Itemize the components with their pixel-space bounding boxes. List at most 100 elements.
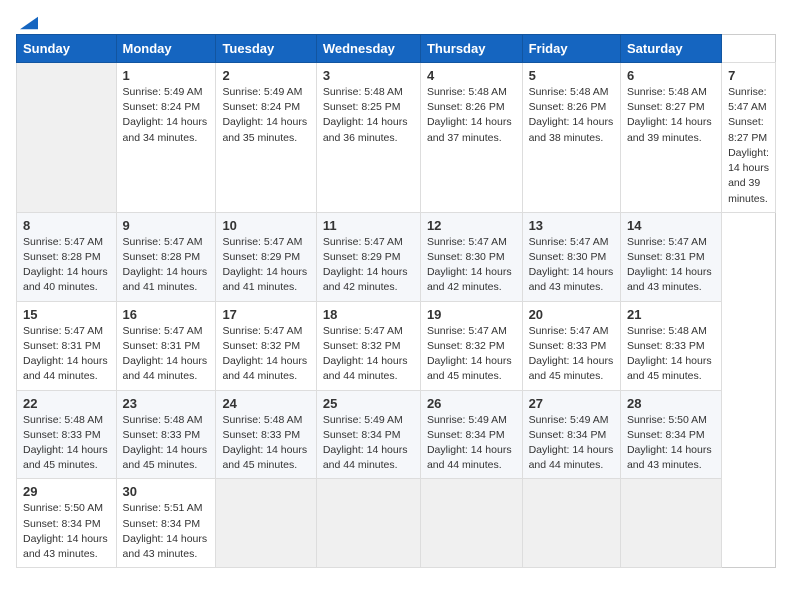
- page-header: [16, 16, 776, 26]
- daylight: Daylight: 14 hours and 45 minutes.: [427, 355, 512, 382]
- calendar-week-row: 15 Sunrise: 5:47 AM Sunset: 8:31 PM Dayligh…: [17, 301, 776, 390]
- sunrise: Sunrise: 5:48 AM: [427, 86, 507, 98]
- cell-info: Sunrise: 5:49 AM Sunset: 8:24 PM Daylight:…: [123, 85, 210, 146]
- calendar-cell: 18Sunrise: 5:47 AMSunset: 8:32 PMDayligh…: [316, 301, 420, 390]
- day-number: 23: [123, 396, 210, 411]
- calendar-body: 1Sunrise: 5:49 AMSunset: 8:24 PMDaylight…: [17, 63, 776, 568]
- calendar-cell: 6Sunrise: 5:48 AMSunset: 8:27 PMDaylight…: [620, 63, 721, 213]
- sunset: Sunset: 8:34 PM: [23, 518, 101, 530]
- cell-info: Sunrise: 5:47 AMSunset: 8:28 PMDaylight:…: [23, 235, 110, 296]
- calendar-header-tuesday: Tuesday: [216, 35, 316, 63]
- sunrise: Sunrise: 5:50 AM: [23, 502, 103, 514]
- sunset: Sunset: 8:24 PM: [222, 101, 300, 113]
- sunrise: Sunrise: 5:49 AM: [529, 414, 609, 426]
- calendar-cell: [316, 479, 420, 568]
- calendar-cell: 30Sunrise: 5:51 AMSunset: 8:34 PMDayligh…: [116, 479, 216, 568]
- sunrise: Sunrise: 5:51 AM: [123, 502, 203, 514]
- sunset: Sunset: 8:31 PM: [627, 251, 705, 263]
- sunset: Sunset: 8:31 PM: [123, 340, 201, 352]
- calendar-cell: 13Sunrise: 5:47 AMSunset: 8:30 PMDayligh…: [522, 212, 620, 301]
- day-number: 25: [323, 396, 414, 411]
- calendar-cell: 25Sunrise: 5:49 AMSunset: 8:34 PMDayligh…: [316, 390, 420, 479]
- cell-info: Sunrise: 5:48 AMSunset: 8:33 PMDaylight:…: [123, 413, 210, 474]
- sunrise: Sunrise: 5:47 AM: [23, 236, 103, 248]
- sunset: Sunset: 8:28 PM: [123, 251, 201, 263]
- calendar-cell: 4Sunrise: 5:48 AMSunset: 8:26 PMDaylight…: [420, 63, 522, 213]
- cell-info: Sunrise: 5:50 AMSunset: 8:34 PMDaylight:…: [627, 413, 715, 474]
- daylight: Daylight: 14 hours and 44 minutes.: [323, 355, 408, 382]
- daylight: Daylight: 14 hours and 43 minutes.: [627, 266, 712, 293]
- sunset: Sunset: 8:34 PM: [323, 429, 401, 441]
- sunrise: Sunrise: 5:49 AM: [123, 86, 203, 98]
- daylight: Daylight: 14 hours and 38 minutes.: [529, 116, 614, 143]
- calendar-week-row: 8Sunrise: 5:47 AMSunset: 8:28 PMDaylight…: [17, 212, 776, 301]
- logo-icon: [20, 16, 38, 30]
- cell-info: Sunrise: 5:47 AMSunset: 8:31 PMDaylight:…: [123, 324, 210, 385]
- sunrise: Sunrise: 5:49 AM: [222, 86, 302, 98]
- day-number: 11: [323, 218, 414, 233]
- sunrise: Sunrise: 5:47 AM: [529, 325, 609, 337]
- daylight: Daylight: 14 hours and 45 minutes.: [123, 444, 208, 471]
- cell-info: Sunrise: 5:48 AMSunset: 8:26 PMDaylight:…: [529, 85, 614, 146]
- daylight: Daylight: 14 hours and 42 minutes.: [323, 266, 408, 293]
- sunset: Sunset: 8:34 PM: [427, 429, 505, 441]
- sunset: Sunset: 8:24 PM: [123, 101, 201, 113]
- cell-info: Sunrise: 5:47 AMSunset: 8:32 PMDaylight:…: [427, 324, 516, 385]
- sunrise: Sunrise: 5:48 AM: [123, 414, 203, 426]
- sunset: Sunset: 8:27 PM: [627, 101, 705, 113]
- calendar-header-thursday: Thursday: [420, 35, 522, 63]
- sunset: Sunset: 8:34 PM: [529, 429, 607, 441]
- sunset: Sunset: 8:33 PM: [23, 429, 101, 441]
- logo: [16, 16, 38, 26]
- sunset: Sunset: 8:32 PM: [323, 340, 401, 352]
- daylight: Daylight: 14 hours and 43 minutes.: [529, 266, 614, 293]
- cell-info: Sunrise: 5:48 AMSunset: 8:33 PMDaylight:…: [222, 413, 309, 474]
- calendar-cell: 10Sunrise: 5:47 AMSunset: 8:29 PMDayligh…: [216, 212, 316, 301]
- day-number: 10: [222, 218, 309, 233]
- sunrise: Sunrise: 5:47 AM: [728, 86, 767, 113]
- sunset: Sunset: 8:29 PM: [222, 251, 300, 263]
- day-number: 18: [323, 307, 414, 322]
- cell-info: Sunrise: 5:47 AMSunset: 8:27 PMDaylight:…: [728, 85, 769, 207]
- cell-info: Sunrise: 5:47 AMSunset: 8:33 PMDaylight:…: [529, 324, 614, 385]
- calendar-cell: 5Sunrise: 5:48 AMSunset: 8:26 PMDaylight…: [522, 63, 620, 213]
- calendar-week-row: 22Sunrise: 5:48 AMSunset: 8:33 PMDayligh…: [17, 390, 776, 479]
- sunrise: Sunrise: 5:47 AM: [323, 236, 403, 248]
- sunset: Sunset: 8:32 PM: [427, 340, 505, 352]
- cell-info: Sunrise: 5:49 AMSunset: 8:34 PMDaylight:…: [427, 413, 516, 474]
- sunrise: Sunrise: 5:47 AM: [222, 325, 302, 337]
- daylight: Daylight: 14 hours and 34 minutes.: [123, 116, 208, 143]
- day-number: 2: [222, 68, 309, 83]
- calendar-cell: 26Sunrise: 5:49 AMSunset: 8:34 PMDayligh…: [420, 390, 522, 479]
- day-number: 9: [123, 218, 210, 233]
- day-number: 3: [323, 68, 414, 83]
- calendar-header-friday: Friday: [522, 35, 620, 63]
- sunrise: Sunrise: 5:48 AM: [23, 414, 103, 426]
- day-number: 14: [627, 218, 715, 233]
- daylight: Daylight: 14 hours and 43 minutes.: [627, 444, 712, 471]
- daylight: Daylight: 14 hours and 45 minutes.: [627, 355, 712, 382]
- calendar-cell: 3Sunrise: 5:48 AMSunset: 8:25 PMDaylight…: [316, 63, 420, 213]
- day-number: 19: [427, 307, 516, 322]
- cell-info: Sunrise: 5:51 AMSunset: 8:34 PMDaylight:…: [123, 501, 210, 562]
- day-number: 21: [627, 307, 715, 322]
- sunrise: Sunrise: 5:47 AM: [123, 236, 203, 248]
- day-number: 16: [123, 307, 210, 322]
- sunset: Sunset: 8:32 PM: [222, 340, 300, 352]
- calendar-week-row: 29Sunrise: 5:50 AMSunset: 8:34 PMDayligh…: [17, 479, 776, 568]
- sunrise: Sunrise: 5:48 AM: [323, 86, 403, 98]
- day-number: 12: [427, 218, 516, 233]
- day-number: 17: [222, 307, 309, 322]
- calendar-header-saturday: Saturday: [620, 35, 721, 63]
- calendar-cell: 23 Sunrise: 5:48 AMSunset: 8:33 PMDayligh…: [116, 390, 216, 479]
- day-number: 15: [23, 307, 110, 322]
- daylight: Daylight: 14 hours and 44 minutes.: [222, 355, 307, 382]
- sunset: Sunset: 8:29 PM: [323, 251, 401, 263]
- cell-info: Sunrise: 5:49 AMSunset: 8:24 PMDaylight:…: [222, 85, 309, 146]
- calendar-header-row: SundayMondayTuesdayWednesdayThursdayFrid…: [17, 35, 776, 63]
- calendar-cell: 22Sunrise: 5:48 AMSunset: 8:33 PMDayligh…: [17, 390, 117, 479]
- sunrise: Sunrise: 5:47 AM: [123, 325, 203, 337]
- calendar-cell: 1Sunrise: 5:49 AMSunset: 8:24 PMDaylight…: [116, 63, 216, 213]
- sunrise: Sunrise: 5:47 AM: [222, 236, 302, 248]
- cell-info: Sunrise: 5:48 AMSunset: 8:33 PMDaylight:…: [23, 413, 110, 474]
